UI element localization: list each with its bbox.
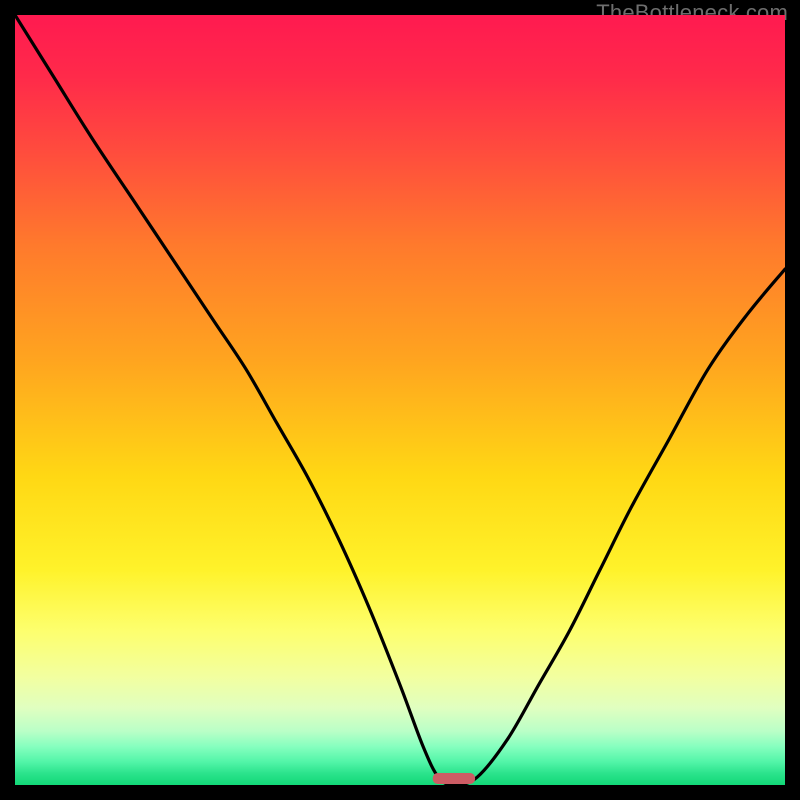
curve-svg bbox=[15, 15, 785, 785]
bottleneck-curve-path bbox=[15, 15, 785, 785]
minimum-marker bbox=[433, 773, 475, 784]
chart-container: TheBottleneck.com bbox=[0, 0, 800, 800]
plot-area bbox=[15, 15, 785, 785]
